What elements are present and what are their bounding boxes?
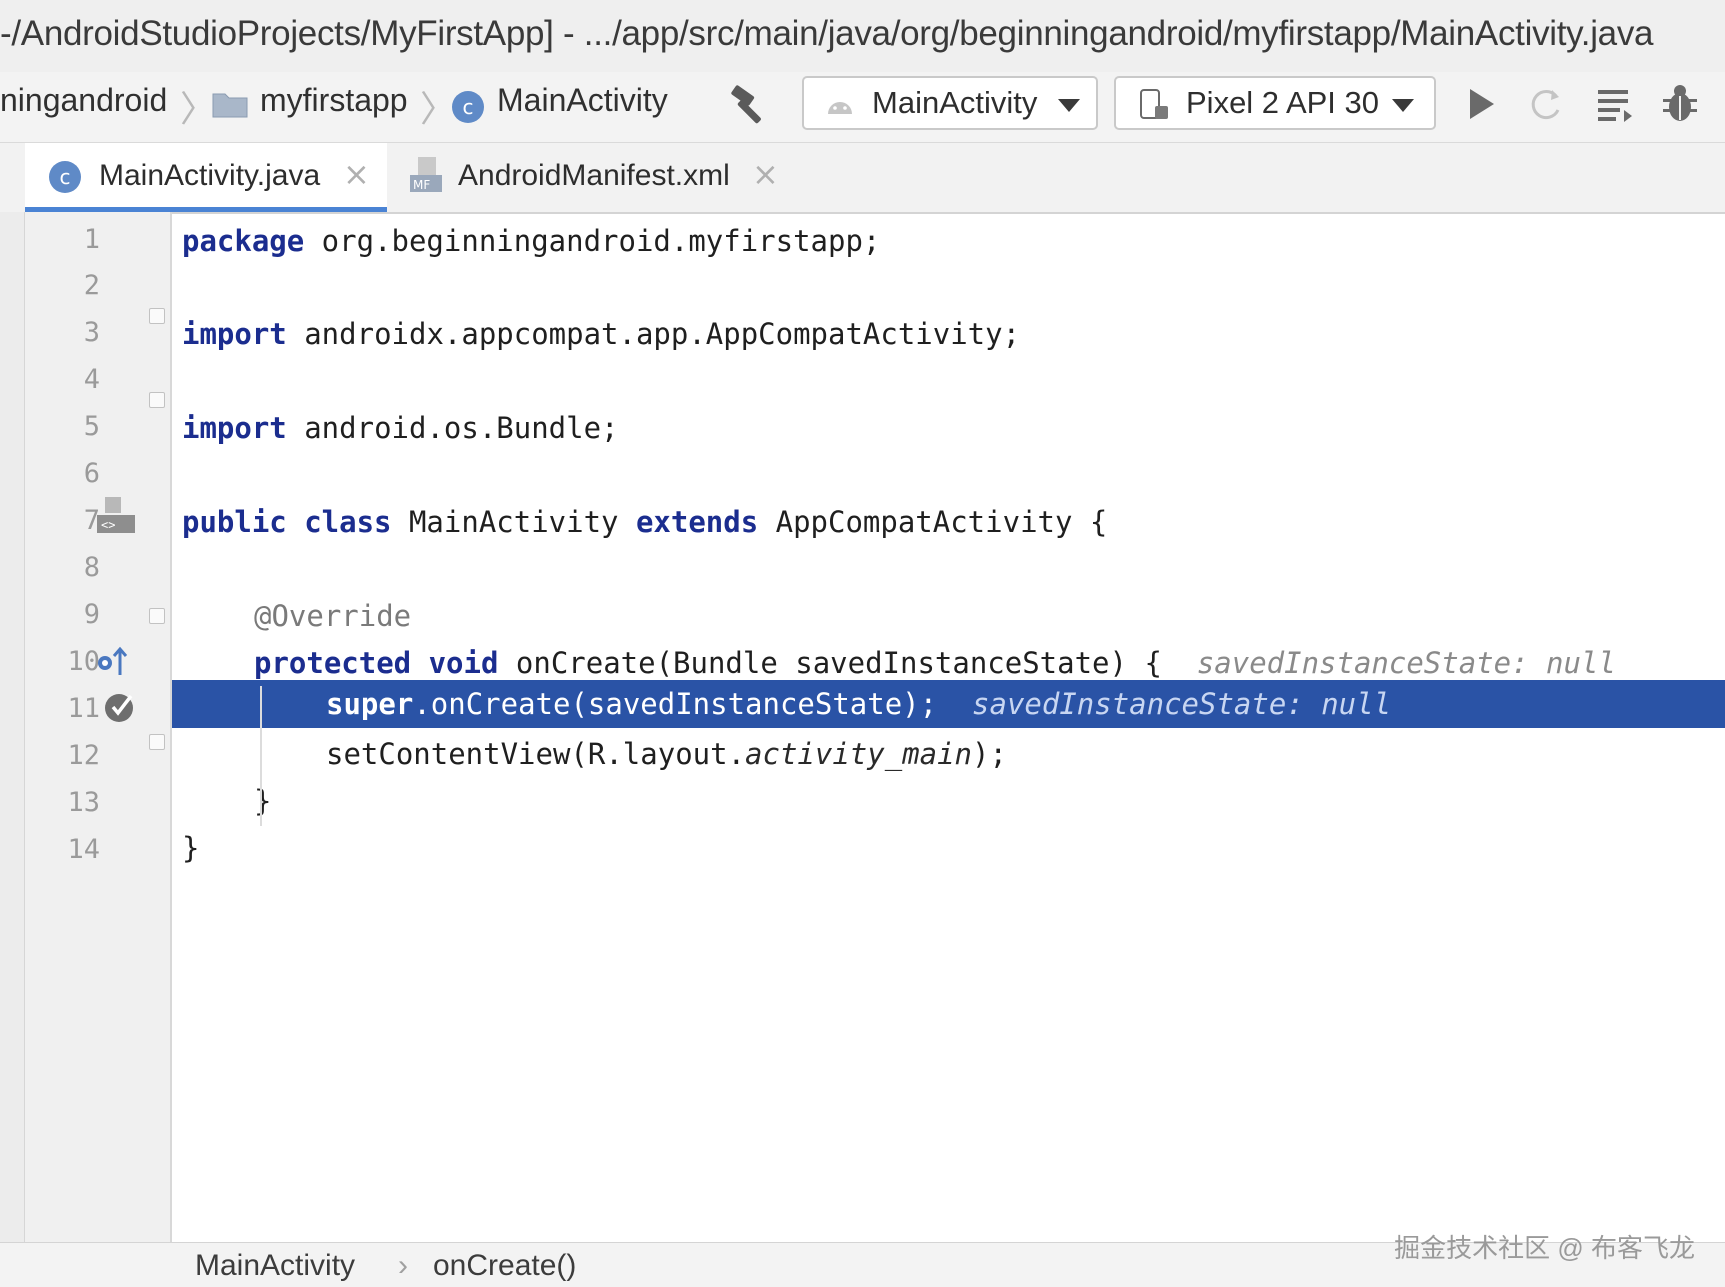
window-title-bar: -/AndroidStudioProjects/MyFirstApp] - ..… xyxy=(0,0,1725,73)
indent-guide xyxy=(260,686,262,826)
breadcrumb-package[interactable]: ningandroid xyxy=(0,82,167,119)
window-title: -/AndroidStudioProjects/MyFirstApp] - ..… xyxy=(0,14,1654,53)
apply-changes-icon[interactable] xyxy=(1526,84,1566,124)
device-icon xyxy=(1140,89,1168,119)
svg-text:<>: <> xyxy=(101,518,115,532)
line-number: 5 xyxy=(83,411,100,442)
code-line: } xyxy=(254,784,272,818)
close-icon[interactable]: × xyxy=(752,155,779,193)
tab-androidmanifest-xml[interactable]: MF AndroidManifest.xml × xyxy=(400,143,780,212)
code-editor[interactable]: package org.beginningandroid.myfirstapp;… xyxy=(172,212,1725,1242)
tab-mainactivity-java[interactable]: c MainActivity.java × xyxy=(25,143,387,212)
code-line: package org.beginningandroid.myfirstapp; xyxy=(182,224,881,258)
navigation-bar: ningandroid 〉 myfirstapp 〉 c MainActivit… xyxy=(0,72,1725,143)
code-line: setContentView(R.layout.activity_main); xyxy=(326,737,1007,771)
code-line: } xyxy=(182,831,200,865)
logcat-list-icon[interactable] xyxy=(1596,86,1636,124)
editor-gutter: 1 2 3 4 5 6 7 8 9 10 11 12 13 14 <> xyxy=(25,212,172,1242)
fold-marker-icon[interactable] xyxy=(149,608,165,624)
code-line: @Override xyxy=(254,599,412,633)
build-hammer-icon[interactable] xyxy=(728,84,772,128)
fold-marker-icon[interactable] xyxy=(149,392,165,408)
line-number: 8 xyxy=(83,552,100,583)
debug-bug-icon[interactable] xyxy=(1660,82,1700,126)
line-number: 4 xyxy=(83,364,100,395)
line-number: 2 xyxy=(83,270,100,301)
breadcrumb-separator: 〉 xyxy=(180,88,217,129)
manifest-icon: MF xyxy=(410,157,442,192)
line-number: 9 xyxy=(83,599,100,630)
inline-debug-value: savedInstanceState: null xyxy=(972,687,1392,721)
tab-label: AndroidManifest.xml xyxy=(458,159,730,192)
run-config-label: MainActivity xyxy=(872,85,1038,120)
layout-preview-icon[interactable]: <> xyxy=(95,495,139,539)
code-line: import androidx.appcompat.app.AppCompatA… xyxy=(182,317,1021,351)
folder-icon xyxy=(212,93,248,118)
fold-marker-icon[interactable] xyxy=(149,308,165,324)
line-number: 14 xyxy=(67,834,100,865)
android-icon xyxy=(828,102,852,114)
watermark: 掘金技术社区 @ 布客飞龙 xyxy=(1394,1233,1695,1263)
line-number: 13 xyxy=(67,787,100,818)
svg-text:MF: MF xyxy=(413,178,430,192)
chevron-down-icon xyxy=(1392,99,1414,112)
code-line: super.onCreate(savedInstanceState); save… xyxy=(326,687,1392,721)
tab-label: MainActivity.java xyxy=(99,159,321,192)
editor-tab-bar: c MainActivity.java × MF AndroidManifest… xyxy=(0,143,1725,214)
breadcrumb-myfirstapp[interactable]: myfirstapp xyxy=(260,82,408,119)
fold-marker-icon[interactable] xyxy=(149,734,165,750)
breadcrumb-class[interactable]: MainActivity xyxy=(195,1249,355,1283)
breadcrumb-separator: 〉 xyxy=(420,88,457,129)
breadcrumb-mainactivity[interactable]: MainActivity xyxy=(497,82,668,119)
class-icon: c xyxy=(49,161,81,193)
code-line: import android.os.Bundle; xyxy=(182,411,619,445)
breakpoint-check-icon[interactable] xyxy=(101,688,141,728)
line-number: 11 xyxy=(67,693,100,724)
breadcrumb-separator: › xyxy=(398,1249,408,1282)
line-number: 6 xyxy=(83,458,100,489)
code-line: public class MainActivity extends AppCom… xyxy=(182,505,1108,539)
device-label: Pixel 2 API 30 xyxy=(1186,85,1380,120)
breadcrumb-method[interactable]: onCreate() xyxy=(433,1249,576,1283)
run-icon[interactable] xyxy=(1464,85,1498,123)
line-number: 7 xyxy=(83,505,100,536)
line-number: 1 xyxy=(83,224,100,255)
line-number: 3 xyxy=(83,317,100,348)
line-number: 12 xyxy=(67,740,100,771)
device-select[interactable]: Pixel 2 API 30 xyxy=(1114,76,1436,130)
override-method-icon[interactable] xyxy=(93,642,133,682)
current-execution-line: super.onCreate(savedInstanceState); save… xyxy=(172,680,1725,728)
tool-window-strip xyxy=(0,212,25,1242)
class-icon: c xyxy=(452,91,484,123)
inline-debug-value: savedInstanceState: null xyxy=(1196,646,1616,680)
close-icon[interactable]: × xyxy=(343,155,370,193)
chevron-down-icon xyxy=(1058,99,1080,112)
run-config-select[interactable]: MainActivity xyxy=(802,76,1098,130)
